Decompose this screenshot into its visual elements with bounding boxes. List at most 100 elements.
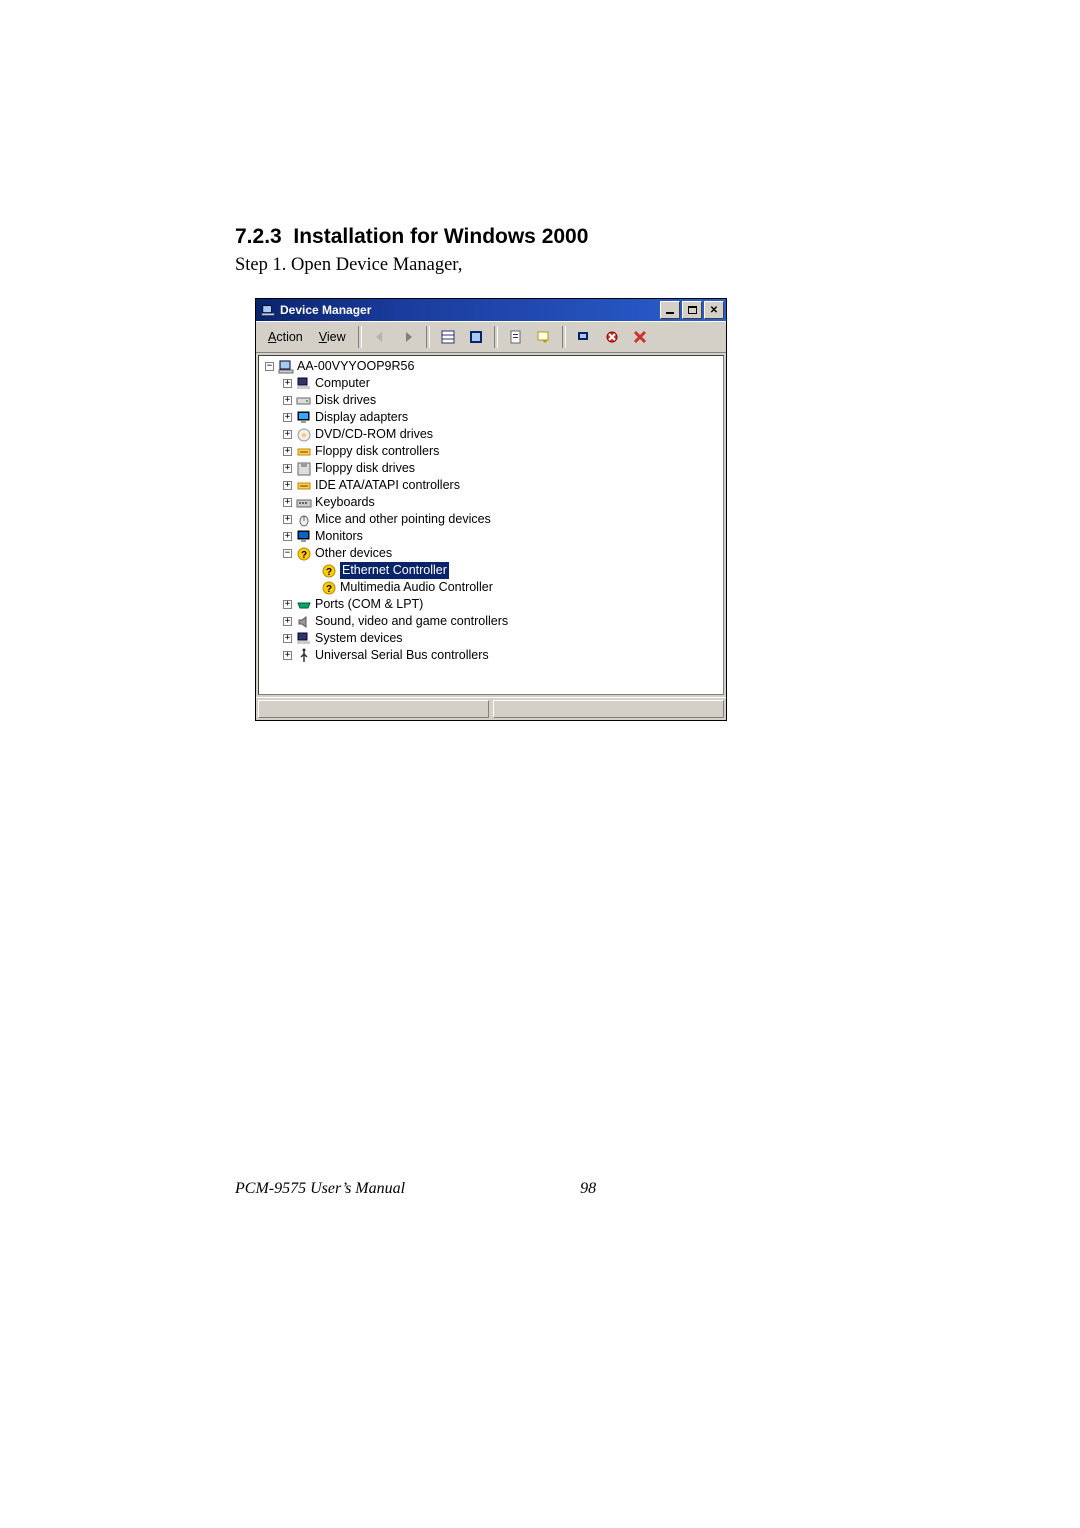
menubar: Action View (256, 321, 726, 353)
tree-label: Ports (COM & LPT) (315, 596, 423, 613)
tree-label: Floppy disk controllers (315, 443, 439, 460)
menu-action[interactable]: Action (260, 328, 311, 346)
svg-text:?: ? (301, 550, 307, 561)
expander-icon[interactable]: + (283, 498, 292, 507)
controller-icon (296, 444, 312, 460)
mouse-icon (296, 512, 312, 528)
svg-text:?: ? (326, 567, 332, 578)
titlebar: Device Manager (256, 299, 726, 321)
expander-icon[interactable]: + (283, 396, 292, 405)
expander-icon[interactable]: + (283, 379, 292, 388)
back-button[interactable] (367, 325, 393, 349)
unknown-device-icon: ? (321, 563, 337, 579)
menu-separator (358, 326, 362, 348)
expander-icon[interactable]: + (283, 481, 292, 490)
close-button[interactable] (704, 301, 724, 319)
tree-item-system-devices[interactable]: + System devices (263, 630, 721, 647)
tree-item-mice[interactable]: + Mice and other pointing devices (263, 511, 721, 528)
other-devices-icon: ? (296, 546, 312, 562)
footer-page-number: 98 (580, 1180, 596, 1198)
toolbar-separator-2 (494, 326, 498, 348)
computer-icon (296, 376, 312, 392)
tree-label: Keyboards (315, 494, 375, 511)
tree-item-disk-drives[interactable]: + Disk drives (263, 392, 721, 409)
expander-icon[interactable]: + (283, 600, 292, 609)
tree-label: System devices (315, 630, 403, 647)
tree-item-dvd-cdrom[interactable]: + DVD/CD-ROM drives (263, 426, 721, 443)
tree-label: Floppy disk drives (315, 460, 415, 477)
tree-label: Monitors (315, 528, 363, 545)
expander-icon[interactable]: + (283, 634, 292, 643)
tree-item-monitors[interactable]: + Monitors (263, 528, 721, 545)
minimize-button[interactable] (660, 301, 680, 319)
tree-item-keyboards[interactable]: + Keyboards (263, 494, 721, 511)
tree-label: Computer (315, 375, 370, 392)
step-text: Step 1. Open Device Manager, (235, 255, 850, 276)
device-tree: − AA-00VYYOOP9R56 + Computer + Disk driv… (258, 355, 724, 695)
expander-icon[interactable]: − (283, 549, 292, 558)
tree-item-other-devices[interactable]: − ? Other devices (263, 545, 721, 562)
tree-label: Other devices (315, 545, 392, 562)
tree-item-floppy-controllers[interactable]: + Floppy disk controllers (263, 443, 721, 460)
display-icon (296, 410, 312, 426)
tree-item-ethernet-controller[interactable]: ? Ethernet Controller (263, 562, 721, 579)
tree-label: Disk drives (315, 392, 376, 409)
tree-label: Sound, video and game controllers (315, 613, 508, 630)
statusbar (256, 697, 726, 720)
tree-label: Mice and other pointing devices (315, 511, 491, 528)
tree-item-sound-video-game[interactable]: + Sound, video and game controllers (263, 613, 721, 630)
menu-view[interactable]: View (311, 328, 354, 346)
expander-icon[interactable]: + (283, 464, 292, 473)
toolbar-uninstall-icon[interactable] (571, 325, 597, 349)
tree-item-multimedia-audio[interactable]: ? Multimedia Audio Controller (263, 579, 721, 596)
controller-icon (296, 478, 312, 494)
maximize-button[interactable] (682, 301, 702, 319)
toolbar-view-icon[interactable] (435, 325, 461, 349)
toolbar-cancel-icon[interactable] (627, 325, 653, 349)
heading-number: 7.2.3 (235, 225, 282, 248)
toolbar-refresh-icon[interactable] (531, 325, 557, 349)
tree-item-computer[interactable]: + Computer (263, 375, 721, 392)
expander-icon[interactable]: + (283, 617, 292, 626)
expander-icon[interactable]: + (283, 447, 292, 456)
floppy-icon (296, 461, 312, 477)
toolbar-separator-3 (562, 326, 566, 348)
expander-icon[interactable]: + (283, 532, 292, 541)
unknown-device-icon: ? (321, 580, 337, 596)
tree-label: DVD/CD-ROM drives (315, 426, 433, 443)
tree-root[interactable]: − AA-00VYYOOP9R56 (263, 358, 721, 375)
system-icon (296, 631, 312, 647)
ports-icon (296, 597, 312, 613)
tree-label: Universal Serial Bus controllers (315, 647, 489, 664)
computer-root-icon (278, 359, 294, 375)
window-title: Device Manager (280, 303, 371, 317)
tree-item-usb-controllers[interactable]: + Universal Serial Bus controllers (263, 647, 721, 664)
statusbar-cell (258, 700, 489, 718)
monitor-icon (296, 529, 312, 545)
device-manager-window: Device Manager Action View (255, 298, 727, 721)
toolbar-show-hidden-icon[interactable] (463, 325, 489, 349)
usb-icon (296, 648, 312, 664)
expander-icon[interactable]: + (283, 413, 292, 422)
tree-item-ports[interactable]: + Ports (COM & LPT) (263, 596, 721, 613)
toolbar-properties-icon[interactable] (503, 325, 529, 349)
sound-icon (296, 614, 312, 630)
statusbar-cell (493, 700, 724, 718)
expander-icon[interactable]: + (283, 430, 292, 439)
toolbar-scan-hardware-icon[interactable] (599, 325, 625, 349)
tree-item-display-adapters[interactable]: + Display adapters (263, 409, 721, 426)
expander-icon[interactable]: + (283, 651, 292, 660)
tree-root-label: AA-00VYYOOP9R56 (297, 358, 414, 375)
heading-title: Installation for Windows 2000 (293, 225, 588, 248)
tree-label-selected: Ethernet Controller (340, 562, 449, 579)
tree-label: Display adapters (315, 409, 408, 426)
page-footer: PCM-9575 User’s Manual 98 (235, 1180, 850, 1198)
footer-manual-name: PCM-9575 User’s Manual (235, 1180, 405, 1198)
expander-icon[interactable]: − (265, 362, 274, 371)
tree-item-ide-controllers[interactable]: + IDE ATA/ATAPI controllers (263, 477, 721, 494)
keyboard-icon (296, 495, 312, 511)
expander-icon[interactable]: + (283, 515, 292, 524)
forward-button[interactable] (395, 325, 421, 349)
tree-item-floppy-drives[interactable]: + Floppy disk drives (263, 460, 721, 477)
tree-label: Multimedia Audio Controller (340, 579, 493, 596)
